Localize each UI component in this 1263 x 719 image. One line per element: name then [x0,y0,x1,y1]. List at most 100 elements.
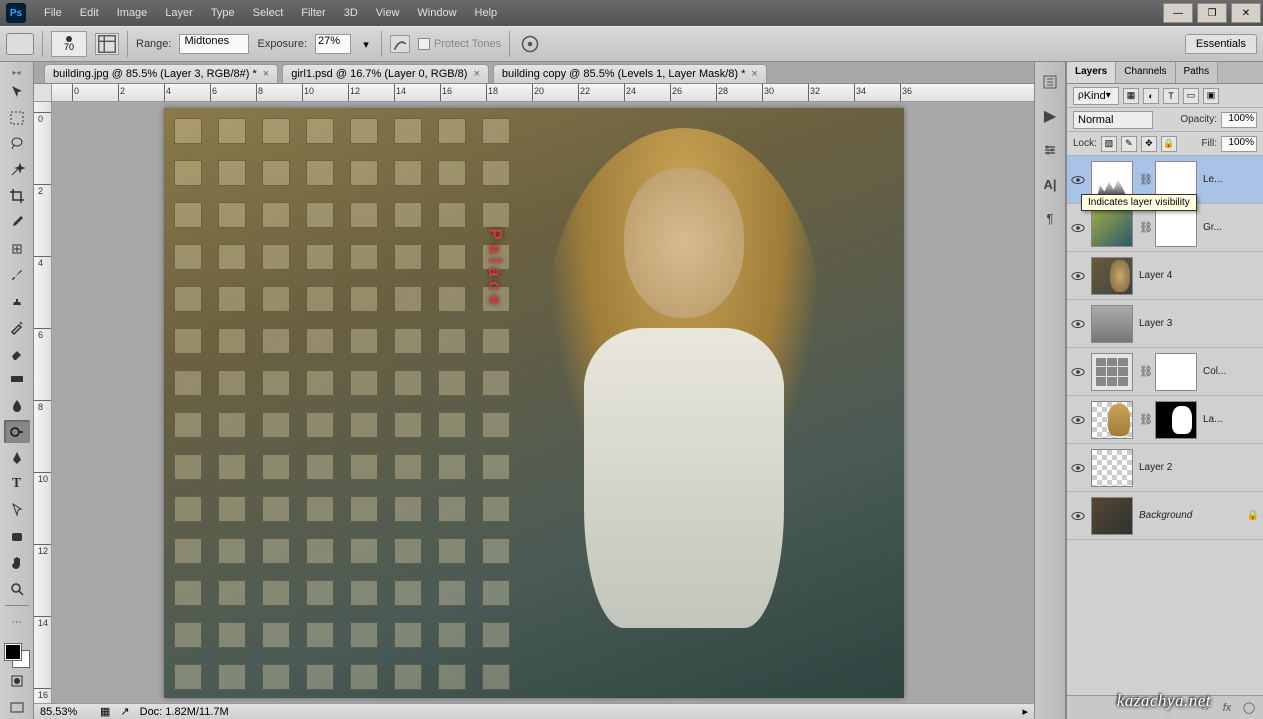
menu-edit[interactable]: Edit [72,3,107,23]
close-icon[interactable]: × [263,68,269,80]
hand-tool[interactable] [4,551,30,574]
status-flyout[interactable]: ▸ [1022,705,1028,718]
mask-thumbnail[interactable] [1155,161,1197,199]
layer-thumbnail[interactable] [1091,449,1133,487]
visibility-toggle[interactable] [1071,317,1085,331]
visibility-toggle[interactable] [1071,221,1085,235]
mask-thumbnail[interactable] [1155,401,1197,439]
layer-thumbnail[interactable] [1091,401,1133,439]
visibility-toggle[interactable] [1071,269,1085,283]
lock-transparency-icon[interactable]: ▨ [1101,136,1117,152]
actions-panel-icon[interactable]: ▶ [1039,106,1061,126]
layer-row[interactable]: Indicates layer visibility ⛓ Le... [1067,156,1263,204]
blend-mode-select[interactable]: Normal [1073,111,1153,129]
quick-mask-toggle[interactable] [4,670,30,693]
layer-name[interactable]: Col... [1203,366,1259,377]
magic-wand-tool[interactable] [4,159,30,182]
menu-image[interactable]: Image [109,3,156,23]
color-swatches[interactable] [5,644,29,667]
foreground-color-swatch[interactable] [5,644,21,660]
layer-row[interactable]: ⛓ Col... [1067,348,1263,396]
visibility-toggle[interactable] [1071,173,1085,187]
link-icon[interactable]: ⛓ [1139,365,1149,378]
exposure-dropdown[interactable]: ▾ [359,33,373,55]
doc-tab-2[interactable]: building copy @ 85.5% (Levels 1, Layer M… [493,64,767,83]
layer-row[interactable]: Layer 2 [1067,444,1263,492]
layer-thumbnail[interactable] [1091,161,1133,199]
layer-name[interactable]: Layer 3 [1139,318,1259,329]
screen-mode-toggle[interactable] [4,696,30,719]
status-icon[interactable]: ↗ [120,705,129,718]
marquee-tool[interactable] [4,106,30,129]
clone-stamp-tool[interactable] [4,289,30,312]
layer-row[interactable]: Layer 3 [1067,300,1263,348]
tablet-pressure-icon[interactable] [518,33,542,55]
exposure-input[interactable]: 27% [315,34,351,54]
layer-name[interactable]: Gr... [1203,222,1259,233]
close-button[interactable]: ✕ [1231,3,1261,23]
tool-preset-picker[interactable] [6,33,34,55]
tab-channels[interactable]: Channels [1116,62,1175,83]
close-icon[interactable]: × [473,68,479,80]
menu-filter[interactable]: Filter [293,3,333,23]
filter-kind-select[interactable]: ρ Kind ▾ [1073,87,1119,105]
layer-thumbnail[interactable] [1091,209,1133,247]
minimize-button[interactable]: — [1163,3,1193,23]
link-icon[interactable]: ⛓ [1139,221,1149,234]
lock-position-icon[interactable]: ✥ [1141,136,1157,152]
airbrush-toggle[interactable] [390,35,410,53]
crop-tool[interactable] [4,185,30,208]
workspace-switcher[interactable]: Essentials [1185,34,1257,54]
menu-select[interactable]: Select [245,3,292,23]
opacity-input[interactable]: 100% [1221,112,1257,128]
history-brush-tool[interactable] [4,316,30,339]
canvas-image[interactable]: Palace [164,108,904,698]
doc-size[interactable]: Doc: 1.82M/11.7M [140,706,229,718]
filter-type-icon[interactable]: T [1163,88,1179,104]
tab-paths[interactable]: Paths [1176,62,1219,83]
tab-layers[interactable]: Layers [1067,62,1116,83]
blur-tool[interactable] [4,394,30,417]
ruler-vertical[interactable]: 0246810121416 [34,102,52,703]
healing-brush-tool[interactable] [4,237,30,260]
menu-help[interactable]: Help [467,3,506,23]
link-icon[interactable]: ⛓ [1139,413,1149,426]
visibility-toggle[interactable] [1071,461,1085,475]
menu-3d[interactable]: 3D [336,3,366,23]
layer-row[interactable]: Background 🔒 [1067,492,1263,540]
lock-all-icon[interactable]: 🔒 [1161,136,1177,152]
visibility-toggle[interactable] [1071,413,1085,427]
layer-name[interactable]: Le... [1203,174,1259,185]
filter-pixel-icon[interactable]: ▦ [1123,88,1139,104]
menu-view[interactable]: View [368,3,408,23]
filter-adjustment-icon[interactable]: ◐ [1143,88,1159,104]
gradient-tool[interactable] [4,368,30,391]
brush-panel-toggle[interactable] [95,33,119,55]
layer-style-icon[interactable]: fx [1219,700,1235,716]
panel-grip[interactable]: ▸◂ [12,68,20,77]
layer-name[interactable]: Background [1139,510,1241,521]
ruler-origin[interactable] [34,84,52,102]
ruler-horizontal[interactable]: 024681012141618202224262830323436 [52,84,1034,102]
layer-name[interactable]: La... [1203,414,1259,425]
protect-tones-checkbox[interactable]: Protect Tones [418,38,501,50]
link-icon[interactable]: ⛓ [1139,173,1149,186]
menu-file[interactable]: File [36,3,70,23]
layer-thumbnail[interactable] [1091,305,1133,343]
visibility-toggle[interactable] [1071,365,1085,379]
shape-tool[interactable] [4,525,30,548]
layer-name[interactable]: Layer 4 [1139,270,1259,281]
fill-input[interactable]: 100% [1221,136,1257,152]
brush-tool[interactable] [4,263,30,286]
eyedropper-tool[interactable] [4,211,30,234]
dodge-tool[interactable] [4,420,30,443]
pen-tool[interactable] [4,446,30,469]
paragraph-panel-icon[interactable]: ¶ [1039,208,1061,228]
menu-window[interactable]: Window [409,3,464,23]
path-selection-tool[interactable] [4,499,30,522]
mask-thumbnail[interactable] [1155,209,1197,247]
type-tool[interactable]: T [4,473,30,496]
layer-name[interactable]: Layer 2 [1139,462,1259,473]
edit-toolbar-icon[interactable]: ⋯ [4,611,30,634]
layer-thumbnail[interactable] [1091,497,1133,535]
